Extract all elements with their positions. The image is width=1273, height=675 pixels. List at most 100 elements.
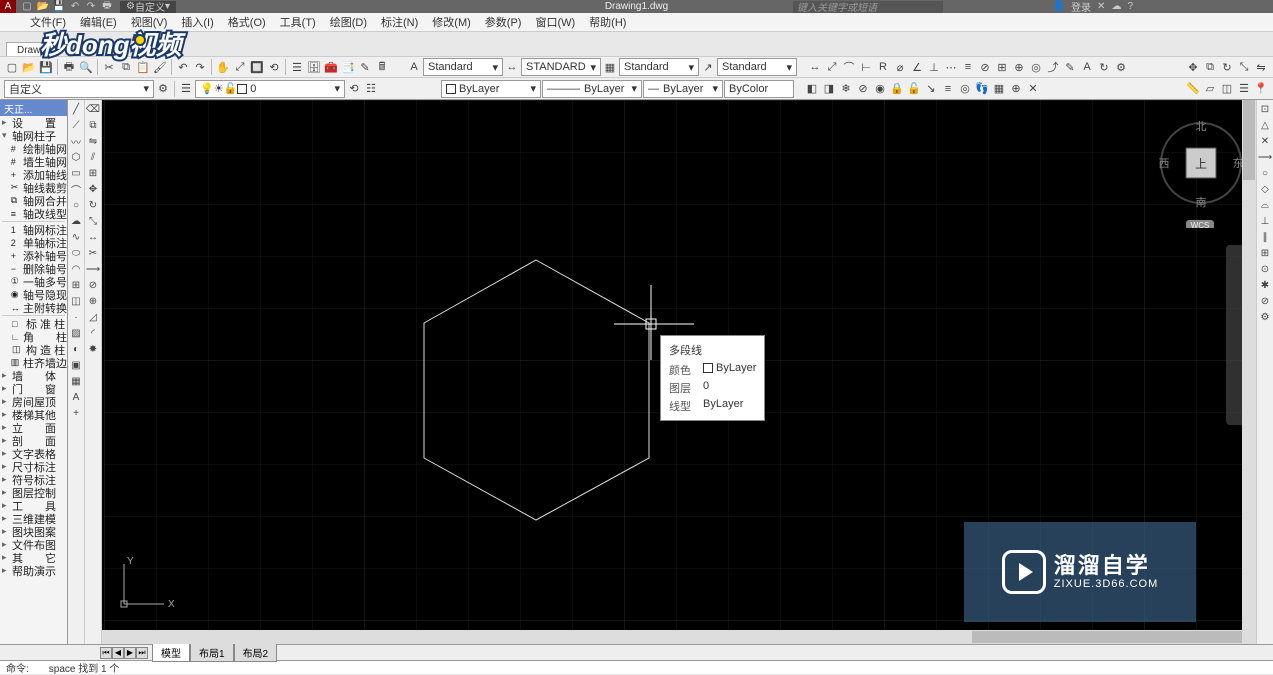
mod-mirror-icon[interactable]: ⇋ [1253, 59, 1269, 75]
tab-layout2[interactable]: 布局2 [234, 643, 278, 662]
tab-next-icon[interactable]: ▶ [124, 647, 136, 659]
copy2-icon[interactable]: ⧉ [86, 118, 101, 133]
table-style-dropdown[interactable]: Standard▾ [619, 58, 699, 76]
expander-icon[interactable]: ▸ [2, 461, 10, 472]
expander-icon[interactable]: ▸ [2, 526, 10, 537]
break-icon[interactable]: ⊘ [86, 278, 101, 293]
menu-modify[interactable]: 修改(M) [432, 14, 471, 30]
dim-ang-icon[interactable]: ∠ [909, 59, 925, 75]
tab-prev-icon[interactable]: ◀ [112, 647, 124, 659]
menu-tools[interactable]: 工具(T) [280, 14, 316, 30]
minimize-button[interactable]: — [1153, 0, 1193, 13]
tab-layout1[interactable]: 布局1 [190, 643, 234, 662]
osnap-int-icon[interactable]: ✕ [1258, 134, 1273, 149]
vscroll-thumb[interactable] [1243, 100, 1255, 180]
menu-dimension[interactable]: 标注(N) [381, 14, 418, 30]
qat-redo-icon[interactable]: ↷ [84, 1, 98, 13]
layon-icon[interactable]: ◉ [872, 81, 888, 97]
save-icon[interactable]: 💾 [38, 59, 54, 75]
mod-scale-icon[interactable]: ⤡ [1236, 59, 1252, 75]
qat-undo-icon[interactable]: ↶ [68, 1, 82, 13]
command-line[interactable]: 命令: space 找到 1 个 [0, 660, 1273, 674]
osnap-ext-icon[interactable]: ⟶ [1258, 150, 1273, 165]
revcloud-icon[interactable]: ☁ [69, 214, 84, 229]
tangent-group[interactable]: ▸帮助演示 [0, 564, 67, 577]
expander-icon[interactable]: ▸ [2, 565, 10, 576]
menu-window[interactable]: 窗口(W) [535, 14, 575, 30]
menu-draw[interactable]: 绘图(D) [330, 14, 367, 30]
stretch-icon[interactable]: ↔ [86, 230, 101, 245]
inspect-icon[interactable]: ◎ [1028, 59, 1044, 75]
layer-dropdown[interactable]: 💡 ☀ 🔓 0 ▾ [195, 80, 345, 98]
expander-icon[interactable]: ▾ [2, 130, 10, 141]
vertical-scrollbar[interactable] [1242, 100, 1256, 630]
document-tab[interactable]: Draw... [6, 42, 59, 56]
rect-icon[interactable]: ▭ [69, 166, 84, 181]
list-icon[interactable]: ☰ [1236, 81, 1252, 97]
circle-icon[interactable]: ○ [69, 198, 84, 213]
close-button[interactable]: ✕ [1233, 0, 1273, 13]
expander-icon[interactable]: ▸ [2, 539, 10, 550]
laycur-icon[interactable]: ◎ [957, 81, 973, 97]
plotstyle-dropdown[interactable]: ByColor [724, 80, 794, 98]
dim-ord-icon[interactable]: ⊢ [858, 59, 874, 75]
rotate-icon[interactable]: ↻ [86, 198, 101, 213]
layuniso-icon[interactable]: ◨ [821, 81, 837, 97]
offset-icon[interactable]: ⫽ [86, 150, 101, 165]
qat-new-icon[interactable]: ▢ [20, 1, 34, 13]
extend-icon[interactable]: ⟶ [86, 262, 101, 277]
hatch-icon[interactable]: ▨ [69, 326, 84, 341]
osnap-tan-icon[interactable]: ⌓ [1258, 198, 1273, 213]
plot-icon[interactable]: 🖶 [61, 59, 77, 75]
gradient-icon[interactable]: ◐ [69, 342, 84, 357]
drawing-canvas[interactable]: 上 北 南 西 东 WCS 多段线 颜色 ByLayer 图层 0 线型 ByL… [102, 100, 1256, 644]
spline-icon[interactable]: ∿ [69, 230, 84, 245]
maximize-button[interactable]: ▢ [1193, 0, 1233, 13]
dc-icon[interactable]: 🗄 [306, 59, 322, 75]
osnap-none-icon[interactable]: ⊘ [1258, 294, 1273, 309]
search-input[interactable]: 键入关键字或短语 [793, 1, 943, 13]
id-icon[interactable]: 📍 [1253, 81, 1269, 97]
dimtedit-icon[interactable]: A [1079, 59, 1095, 75]
line-icon[interactable]: ╱ [69, 102, 84, 117]
cloud-icon[interactable]: ☁ [1111, 1, 1121, 12]
tangent-command[interactable]: ↔主附转换 [0, 301, 67, 314]
expander-icon[interactable]: ▸ [2, 117, 10, 128]
tp-icon[interactable]: 🧰 [323, 59, 339, 75]
menu-view[interactable]: 视图(V) [131, 14, 168, 30]
zoom-rt-icon[interactable]: ⤢ [232, 59, 248, 75]
dim-radius-icon[interactable]: R [875, 59, 891, 75]
expander-icon[interactable]: ▸ [2, 370, 10, 381]
preview-icon[interactable]: 🔍 [78, 59, 94, 75]
text-style-dropdown[interactable]: Standard▾ [423, 58, 503, 76]
osnap-cen-icon[interactable]: ○ [1258, 166, 1273, 181]
erase-icon[interactable]: ⌫ [86, 102, 101, 117]
layfrz-icon[interactable]: ❄ [838, 81, 854, 97]
mirror-icon[interactable]: ⇋ [86, 134, 101, 149]
osnap-end-icon[interactable]: ⊡ [1258, 102, 1273, 117]
menu-format[interactable]: 格式(O) [228, 14, 266, 30]
ws-save-icon[interactable]: ⚙ [155, 81, 171, 97]
cut-icon[interactable]: ✂ [101, 59, 117, 75]
expander-icon[interactable]: ▸ [2, 396, 10, 407]
laylck-icon[interactable]: 🔒 [889, 81, 905, 97]
expander-icon[interactable]: ▸ [2, 422, 10, 433]
tab-first-icon[interactable]: ⏮ [100, 647, 112, 659]
dimstyle-mgr-icon[interactable]: ⚙ [1113, 59, 1129, 75]
laydel-icon[interactable]: ✕ [1025, 81, 1041, 97]
dim-aligned-icon[interactable]: ⤢ [824, 59, 840, 75]
expander-icon[interactable]: ▸ [2, 500, 10, 511]
explode-icon[interactable]: ✸ [86, 342, 101, 357]
layvpi-icon[interactable]: ▦ [991, 81, 1007, 97]
osnap-node-icon[interactable]: ⊙ [1258, 262, 1273, 277]
region-icon[interactable]: ◫ [1219, 81, 1235, 97]
mod-move-icon[interactable]: ✥ [1185, 59, 1201, 75]
color-dropdown[interactable]: ByLayer▾ [441, 80, 541, 98]
expander-icon[interactable]: ▸ [2, 513, 10, 524]
workspace-dropdown[interactable]: ⚙ 自定义 ▾ [120, 1, 176, 13]
markup-icon[interactable]: ✎ [357, 59, 373, 75]
ssm-icon[interactable]: 📑 [340, 59, 356, 75]
tablestyle-icon[interactable]: ▦ [602, 59, 618, 75]
layiso-icon[interactable]: ◧ [804, 81, 820, 97]
expander-icon[interactable]: ▸ [2, 474, 10, 485]
